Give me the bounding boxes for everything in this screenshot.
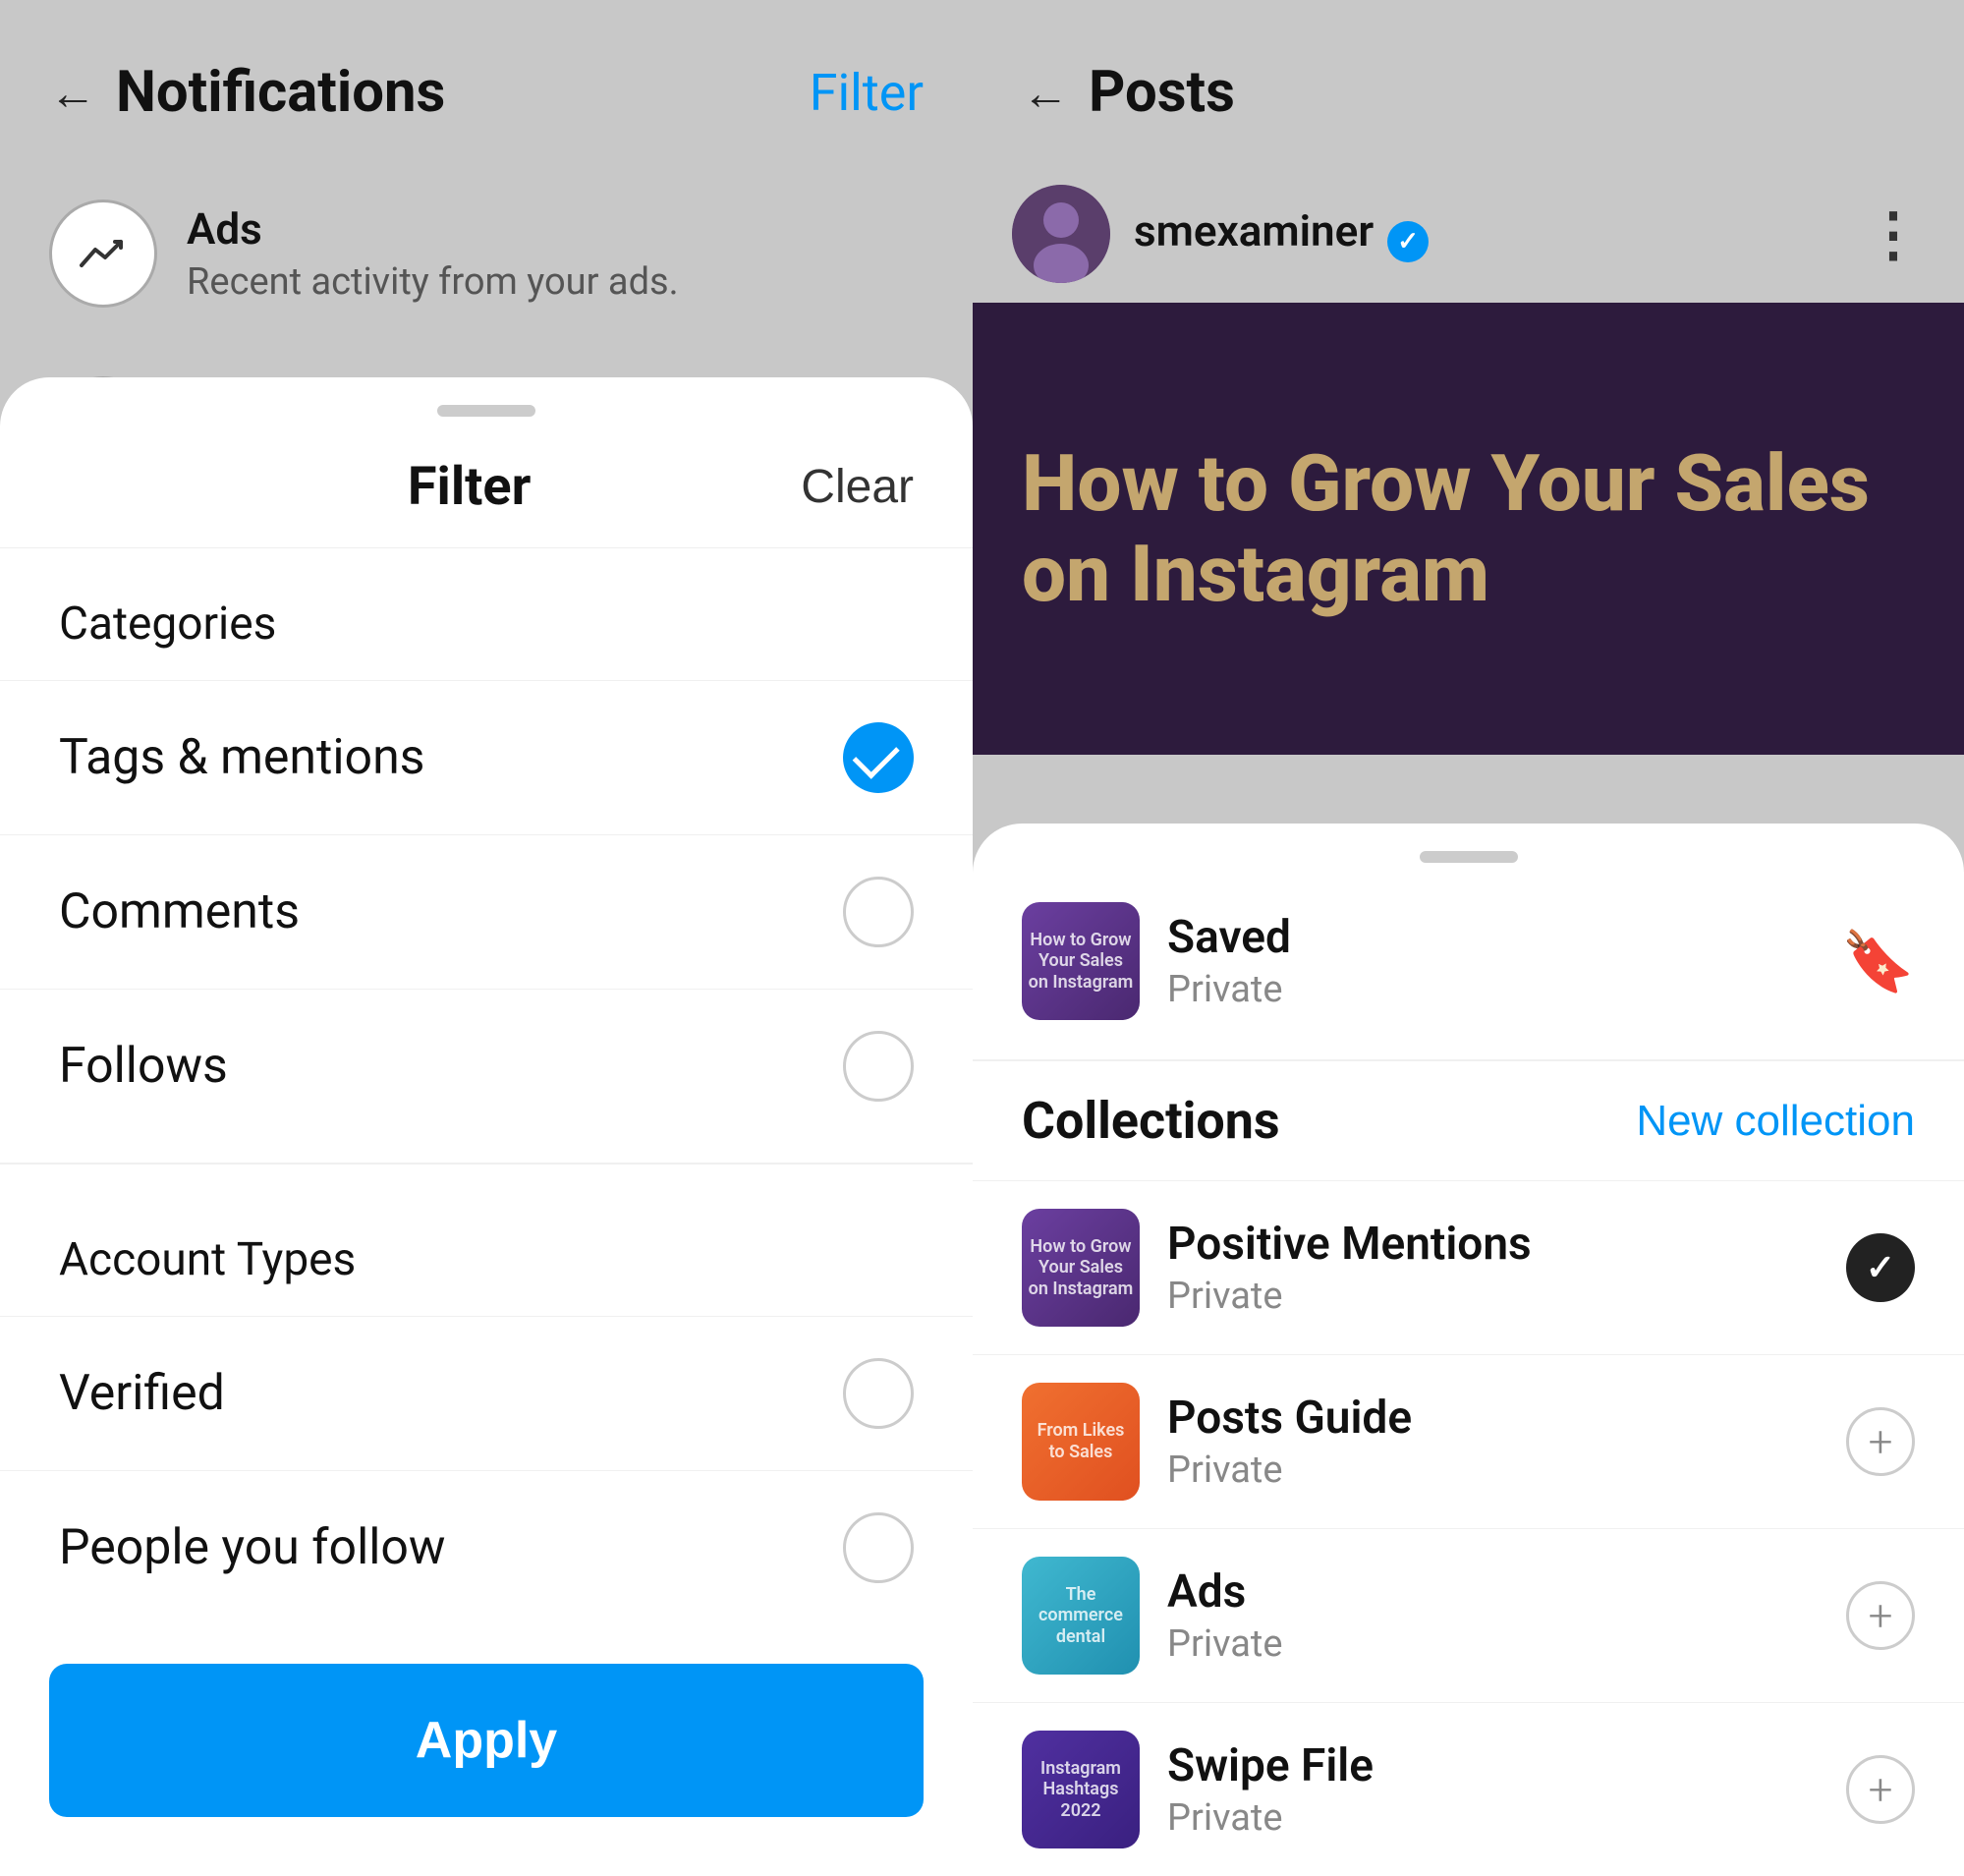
ads-collection-privacy: Private <box>1167 1622 1282 1666</box>
post-banner: How to Grow Your Sales on Instagram <box>973 303 1964 755</box>
saved-thumb-bg: How to Grow Your Sales on Instagram <box>1022 902 1140 1020</box>
filter-row-verified[interactable]: Verified <box>0 1316 973 1470</box>
collections-sheet: How to Grow Your Sales on Instagram Save… <box>973 824 1964 1876</box>
positive-mentions-privacy: Private <box>1167 1275 1532 1318</box>
verified-radio[interactable] <box>843 1358 914 1429</box>
ads-thumb: The commerce dental <box>1022 1557 1140 1675</box>
categories-section-label: Categories <box>0 548 973 680</box>
saved-privacy: Private <box>1167 968 1291 1011</box>
collection-item-positive-mentions[interactable]: How to Grow Your Sales on Instagram Posi… <box>973 1180 1964 1354</box>
swipe-file-left: Instagram Hashtags 2022 Swipe File Priva… <box>1022 1731 1374 1848</box>
left-panel: ← Notifications Filter Ads Recent activi… <box>0 0 973 1876</box>
people-follow-radio[interactable] <box>843 1512 914 1583</box>
posts-guide-info: Posts Guide Private <box>1167 1392 1412 1492</box>
swipe-file-plus[interactable] <box>1846 1755 1915 1824</box>
section-divider <box>0 1163 973 1165</box>
ads-thumb-text: The commerce dental <box>1022 1578 1140 1654</box>
saved-name: Saved <box>1167 911 1291 964</box>
tags-mentions-label: Tags & mentions <box>59 729 425 786</box>
filter-link[interactable]: Filter <box>810 63 924 123</box>
collection-item-ads[interactable]: The commerce dental Ads Private <box>973 1528 1964 1702</box>
verified-label: Verified <box>59 1365 225 1422</box>
avatar-image <box>1012 185 1110 283</box>
swipe-file-name: Swipe File <box>1167 1739 1374 1792</box>
posts-title: Posts <box>1089 59 1235 126</box>
posts-guide-privacy: Private <box>1167 1449 1412 1492</box>
comments-label: Comments <box>59 883 300 940</box>
ads-collection-info: Ads Private <box>1167 1565 1282 1666</box>
swipe-file-privacy: Private <box>1167 1796 1374 1840</box>
collection-item-swipe-file[interactable]: Instagram Hashtags 2022 Swipe File Priva… <box>973 1702 1964 1876</box>
pg-thumb-text: From Likes to Sales <box>1022 1414 1140 1468</box>
posts-back-arrow-icon[interactable]: ← <box>1022 65 1069 121</box>
sf-thumb-text: Instagram Hashtags 2022 <box>1022 1752 1140 1828</box>
right-panel: ← Posts smexaminer ⋮ How to Grow Your Sa… <box>973 0 1964 1876</box>
back-arrow-icon[interactable]: ← <box>49 65 96 121</box>
collections-heading: Collections <box>1022 1091 1280 1151</box>
ads-icon-circle <box>49 199 157 308</box>
saved-thumb: How to Grow Your Sales on Instagram <box>1022 902 1140 1020</box>
more-options-icon[interactable]: ⋮ <box>1864 199 1925 269</box>
positive-mentions-left: How to Grow Your Sales on Instagram Posi… <box>1022 1209 1532 1327</box>
bookmark-icon: 🔖 <box>1841 927 1915 996</box>
collections-header-row: Collections New collection <box>973 1061 1964 1180</box>
filter-title: Filter <box>138 456 801 518</box>
comments-radio[interactable] <box>843 877 914 947</box>
posts-header: ← Posts <box>973 0 1964 165</box>
ads-plus[interactable] <box>1846 1581 1915 1650</box>
new-collection-button[interactable]: New collection <box>1636 1097 1915 1146</box>
filter-row-follows[interactable]: Follows <box>0 989 973 1143</box>
pm-thumb-text: How to Grow Your Sales on Instagram <box>1022 1230 1140 1306</box>
swipe-file-info: Swipe File Private <box>1167 1739 1374 1840</box>
swipe-file-thumb: Instagram Hashtags 2022 <box>1022 1731 1140 1848</box>
pm-thumb-bg: How to Grow Your Sales on Instagram <box>1022 1209 1140 1327</box>
verified-badge-icon <box>1387 221 1429 262</box>
notifications-header: ← Notifications Filter <box>0 0 973 165</box>
chart-icon <box>78 228 129 279</box>
ads-collection-left: The commerce dental Ads Private <box>1022 1557 1282 1675</box>
ads-thumb-bg: The commerce dental <box>1022 1557 1140 1675</box>
saved-info: Saved Private <box>1167 911 1291 1011</box>
positive-mentions-name: Positive Mentions <box>1167 1218 1532 1271</box>
collections-handle <box>1420 851 1518 863</box>
ads-collection-name: Ads <box>1167 1565 1282 1619</box>
notif-ads-text: Ads Recent activity from your ads. <box>187 203 679 304</box>
posts-guide-plus[interactable] <box>1846 1407 1915 1476</box>
posts-guide-left: From Likes to Sales Posts Guide Private <box>1022 1383 1412 1501</box>
saved-thumb-text: How to Grow Your Sales on Instagram <box>1022 924 1140 999</box>
follows-label: Follows <box>59 1038 228 1095</box>
follows-radio[interactable] <box>843 1031 914 1102</box>
positive-mentions-info: Positive Mentions Private <box>1167 1218 1532 1318</box>
sheet-handle <box>437 405 535 417</box>
saved-row[interactable]: How to Grow Your Sales on Instagram Save… <box>973 863 1964 1061</box>
saved-left: How to Grow Your Sales on Instagram Save… <box>1022 902 1291 1020</box>
author-name: smexaminer <box>1134 205 1374 256</box>
pg-thumb-bg: From Likes to Sales <box>1022 1383 1140 1501</box>
clear-button[interactable]: Clear <box>801 460 914 514</box>
sf-thumb-bg: Instagram Hashtags 2022 <box>1022 1731 1140 1848</box>
positive-mentions-check[interactable] <box>1846 1233 1915 1302</box>
filter-sheet-header: Filter Clear <box>0 417 973 548</box>
people-follow-label: People you follow <box>59 1519 445 1576</box>
notifications-title: Notifications <box>116 59 445 126</box>
notif-ads-title: Ads <box>187 203 679 255</box>
filter-row-people-follow[interactable]: People you follow <box>0 1470 973 1624</box>
account-types-section-label: Account Types <box>0 1184 973 1316</box>
positive-mentions-thumb: How to Grow Your Sales on Instagram <box>1022 1209 1140 1327</box>
notif-ads-subtitle: Recent activity from your ads. <box>187 260 679 304</box>
tags-mentions-radio[interactable] <box>843 722 914 793</box>
author-avatar <box>1012 185 1110 283</box>
author-info[interactable]: smexaminer <box>1012 185 1429 283</box>
apply-button[interactable]: Apply <box>49 1664 924 1817</box>
post-author-row: smexaminer ⋮ <box>973 165 1964 303</box>
collection-item-posts-guide[interactable]: From Likes to Sales Posts Guide Private <box>973 1354 1964 1528</box>
post-banner-text: How to Grow Your Sales on Instagram <box>1022 438 1915 619</box>
filter-row-tags-mentions[interactable]: Tags & mentions <box>0 680 973 834</box>
filter-sheet: Filter Clear Categories Tags & mentions … <box>0 377 973 1876</box>
notif-item-ads[interactable]: Ads Recent activity from your ads. <box>0 165 973 342</box>
filter-row-comments[interactable]: Comments <box>0 834 973 989</box>
posts-guide-thumb: From Likes to Sales <box>1022 1383 1140 1501</box>
posts-guide-name: Posts Guide <box>1167 1392 1412 1445</box>
